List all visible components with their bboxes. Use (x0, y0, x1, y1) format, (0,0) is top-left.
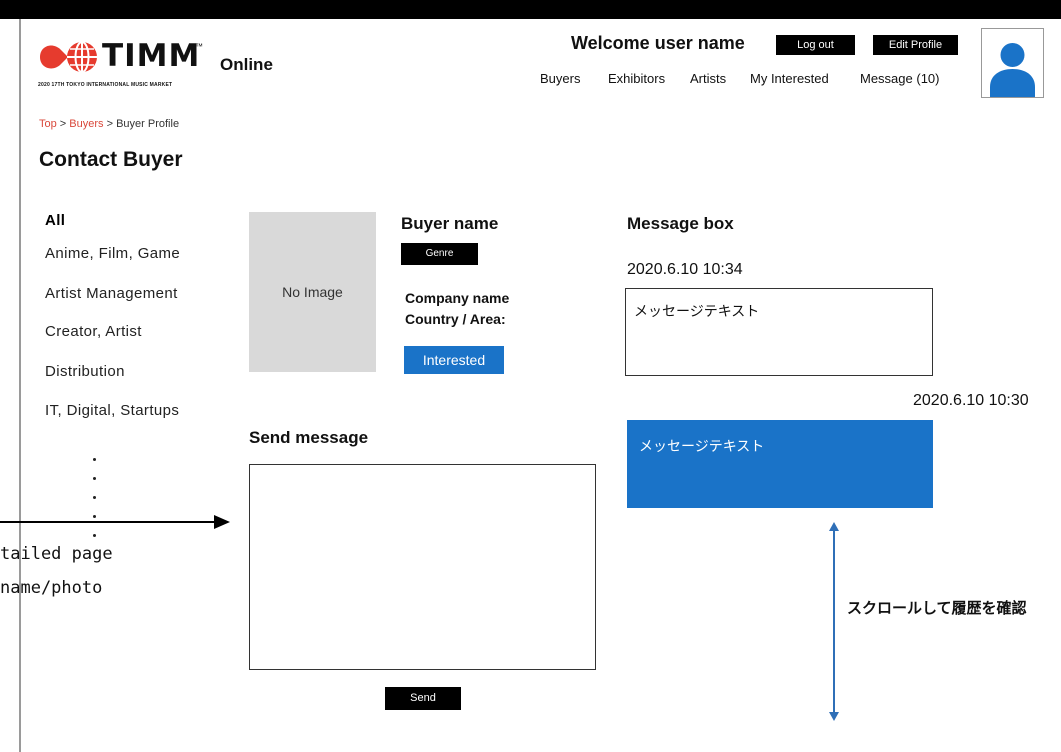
breadcrumb-current: Buyer Profile (116, 118, 180, 130)
breadcrumb-separator: > (56, 118, 70, 130)
breadcrumb-top[interactable]: Top (39, 118, 57, 130)
page-title: Contact Buyer (39, 148, 183, 171)
nav-exhibitors[interactable]: Exhibitors (608, 71, 665, 86)
globe-logo-icon (40, 41, 97, 73)
more-dot (93, 477, 96, 480)
nav-artists[interactable]: Artists (690, 71, 726, 86)
company-name: Company name (405, 290, 510, 306)
genre-badge: Genre (401, 243, 478, 265)
online-label: Online (220, 55, 273, 74)
scroll-indicator[interactable] (833, 531, 835, 714)
nav-buyers[interactable]: Buyers (540, 71, 580, 86)
send-button[interactable]: Send (385, 687, 461, 710)
nav-message[interactable]: Message (10) (860, 71, 939, 86)
received-message: メッセージテキスト (625, 288, 933, 376)
logo-trademark: ™ (195, 42, 203, 51)
edit-profile-button[interactable]: Edit Profile (873, 35, 958, 55)
scroll-up-arrow-icon (829, 522, 839, 531)
breadcrumb-separator: > (103, 118, 117, 130)
message-box-title: Message box (627, 214, 734, 233)
send-message-title: Send message (249, 428, 369, 447)
interested-button[interactable]: Interested (404, 346, 504, 374)
more-dot (93, 515, 96, 518)
message-timestamp: 2020.6.10 10:34 (627, 261, 743, 278)
sidebar-item-anime-film-game[interactable]: Anime, Film, Game (45, 245, 180, 262)
breadcrumb: Top > Buyers > Buyer Profile (39, 118, 179, 130)
sidebar-item-distribution[interactable]: Distribution (45, 363, 125, 380)
more-dot (93, 534, 96, 537)
annotation-arrow-line (0, 521, 216, 523)
avatar[interactable] (981, 28, 1044, 98)
buyer-photo-placeholder: No Image (249, 212, 376, 372)
annotation-arrow-head-icon (214, 515, 230, 529)
nav-my-interested[interactable]: My Interested (750, 71, 829, 86)
more-dot (93, 496, 96, 499)
scroll-down-arrow-icon (829, 712, 839, 721)
message-input[interactable] (249, 464, 596, 670)
sidebar-item-creator-artist[interactable]: Creator, Artist (45, 323, 142, 340)
scroll-history-note: スクロールして履歴を確認 (847, 600, 1027, 617)
message-timestamp: 2020.6.10 10:30 (913, 392, 1029, 409)
sidebar-item-it-digital-startups[interactable]: IT, Digital, Startups (45, 402, 179, 419)
top-bar (0, 0, 1061, 19)
timm-logo[interactable]: TIMM ™ 2020 17TH TOKYO INTERNATIONAL MUS… (38, 38, 203, 90)
annotation-text-line2: name/photo (0, 578, 103, 598)
no-image-label: No Image (282, 284, 343, 300)
breadcrumb-buyers[interactable]: Buyers (69, 118, 103, 130)
logo-wordmark: TIMM (102, 38, 201, 74)
annotation-text-line1: tailed page (0, 544, 113, 564)
logout-button[interactable]: Log out (776, 35, 855, 55)
sent-message: メッセージテキスト (627, 420, 933, 508)
welcome-text: Welcome user name (571, 33, 745, 53)
frame-divider (19, 19, 21, 752)
logo-subtitle: 2020 17TH TOKYO INTERNATIONAL MUSIC MARK… (38, 82, 173, 88)
more-dot (93, 458, 96, 461)
sidebar-item-artist-management[interactable]: Artist Management (45, 285, 178, 302)
sidebar-item-all[interactable]: All (45, 212, 65, 229)
buyer-name: Buyer name (401, 214, 499, 233)
user-avatar-icon (990, 43, 1035, 97)
country-area: Country / Area: (405, 311, 506, 327)
